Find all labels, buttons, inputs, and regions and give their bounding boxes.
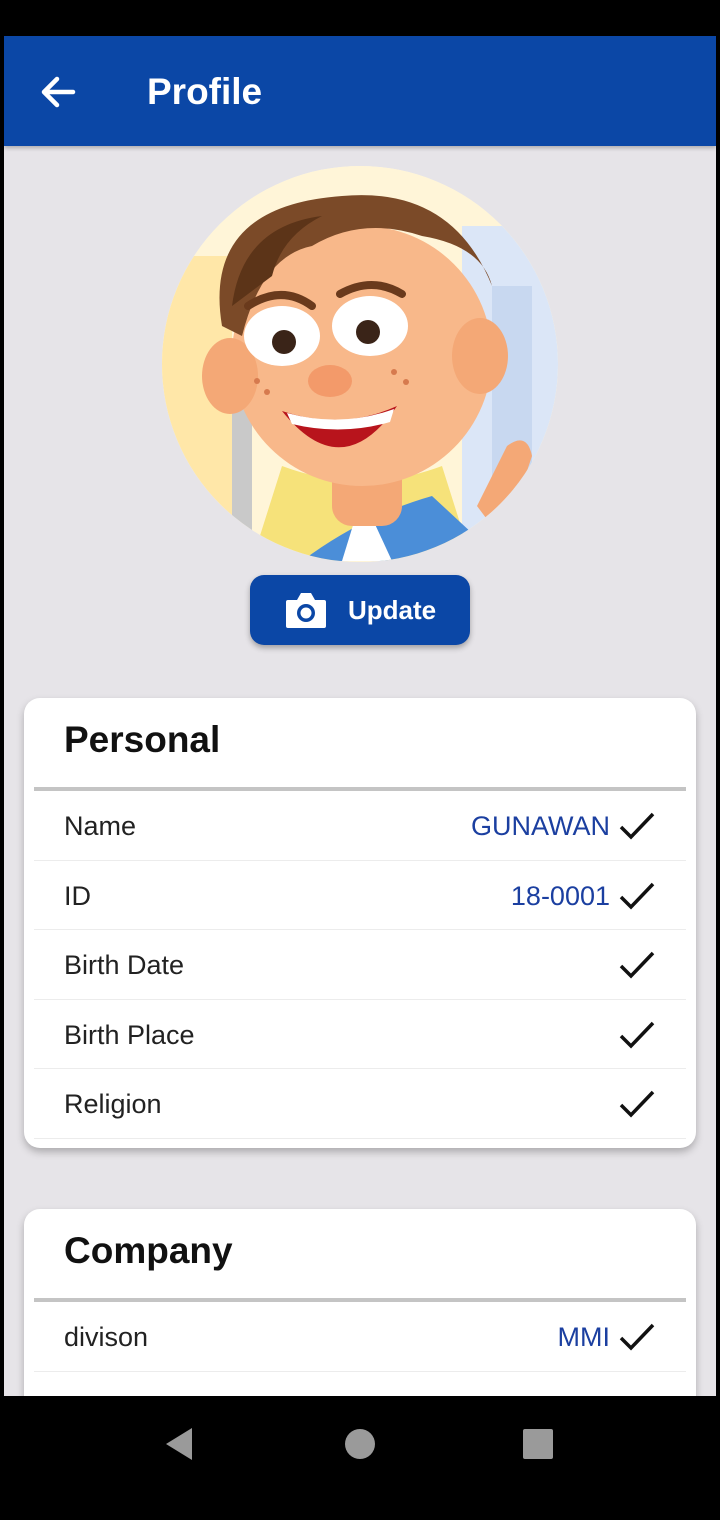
row-label: Birth Place	[64, 1019, 195, 1050]
profile-avatar	[162, 166, 558, 562]
check-icon	[619, 882, 655, 910]
nav-back-icon[interactable]	[158, 1422, 202, 1466]
page-title: Profile	[147, 71, 263, 112]
check-icon	[619, 1323, 655, 1351]
personal-row-birth-place[interactable]: Birth Place	[34, 1000, 686, 1069]
row-label: Religion	[64, 1089, 162, 1119]
personal-card: Personal Name GUNAWAN ID 18-0001 Birth D…	[24, 698, 696, 1148]
cartoon-boy-avatar-image	[162, 166, 558, 562]
app-bar: Profile	[4, 36, 716, 146]
system-navigation-bar	[0, 1396, 720, 1520]
check-icon	[619, 951, 655, 979]
nav-recents-icon[interactable]	[516, 1422, 560, 1466]
personal-card-title: Personal	[64, 719, 221, 760]
personal-row-religion[interactable]: Religion	[34, 1069, 686, 1139]
update-photo-button[interactable]: Update	[250, 575, 470, 645]
company-card: Company divison MMI	[24, 1209, 696, 1396]
row-label: Name	[64, 811, 137, 841]
row-label: ID	[64, 880, 91, 911]
personal-row-name[interactable]: Name GUNAWAN	[34, 791, 686, 861]
nav-home-icon[interactable]	[338, 1422, 382, 1466]
camera-icon	[286, 593, 326, 628]
row-label: divison	[64, 1322, 149, 1352]
update-button-label: Update	[348, 594, 437, 625]
app-screen: Profile Update Personal Name GUNAWAN ID …	[4, 36, 716, 1396]
company-card-title: Company	[64, 1230, 233, 1271]
personal-row-birth-date[interactable]: Birth Date	[34, 930, 686, 1000]
check-icon	[619, 1090, 655, 1118]
status-bar	[0, 0, 720, 36]
back-button[interactable]	[38, 74, 78, 110]
row-value: GUNAWAN	[471, 811, 610, 841]
row-label: Birth Date	[64, 950, 185, 980]
row-value: MMI	[557, 1322, 610, 1352]
personal-row-id[interactable]: ID 18-0001	[34, 861, 686, 930]
check-icon	[619, 1021, 655, 1049]
arrow-left-icon	[41, 76, 76, 108]
company-row-division[interactable]: divison MMI	[34, 1302, 686, 1372]
row-value: 18-0001	[510, 880, 610, 911]
check-icon	[619, 812, 655, 840]
